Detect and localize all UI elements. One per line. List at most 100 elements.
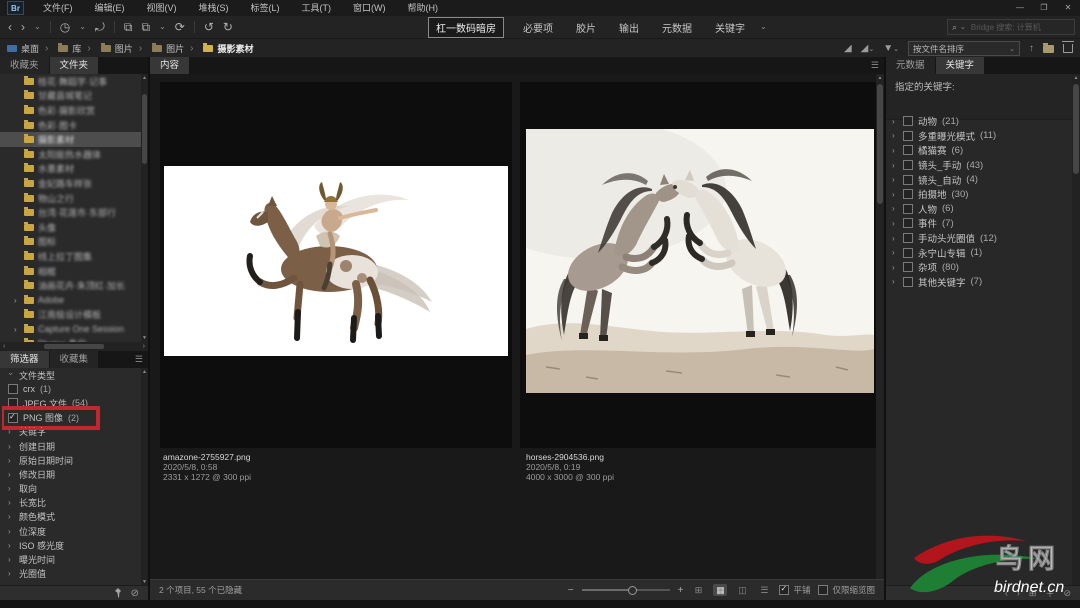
folder-item[interactable]: › 金妃路车样张 — [0, 176, 148, 191]
menu-item[interactable]: 标签(L) — [240, 0, 291, 16]
checkbox[interactable] — [903, 262, 913, 272]
trash-icon[interactable] — [1063, 44, 1073, 53]
menu-item[interactable]: 堆栈(S) — [188, 0, 240, 16]
scroll-up-icon[interactable]: ▲ — [141, 75, 148, 81]
folder-item[interactable]: › 色彩·图卡 — [0, 118, 148, 133]
folder-item[interactable]: › 物山之行 — [0, 191, 148, 206]
panel-menu-icon[interactable]: ☰ — [871, 57, 884, 74]
keyword-item[interactable]: › 橘猫赛 (6) — [886, 143, 1072, 158]
checkbox[interactable] — [903, 277, 913, 287]
keyword-item[interactable]: › 杂项 (80) — [886, 260, 1072, 275]
panel-tab[interactable]: 筛选器 — [0, 351, 49, 368]
rotate-left-icon[interactable]: ↺ — [204, 21, 214, 33]
checkbox[interactable] — [903, 175, 913, 185]
filter-funnel-icon[interactable]: ▼⌄ — [883, 43, 899, 54]
workspace-tab[interactable]: 关键字 — [711, 18, 749, 37]
close-icon[interactable]: ✕ — [1056, 0, 1080, 16]
checkbox[interactable] — [903, 160, 913, 170]
filter-group[interactable]: › 原始日期时间 — [0, 453, 148, 467]
panel-tab[interactable]: 收藏夹 — [0, 57, 49, 74]
filter-option[interactable]: PNG 图像 (2) — [0, 411, 148, 425]
folder-item[interactable]: › 头像 — [0, 220, 148, 235]
keyword-item[interactable]: › 拍摄地 (30) — [886, 187, 1072, 202]
folder-item[interactable]: › 水墨素材 — [0, 162, 148, 177]
sync-icon[interactable]: ⟳ — [175, 21, 185, 33]
checkbox[interactable] — [903, 204, 913, 214]
search-dropdown-icon[interactable]: ⌄ — [960, 23, 966, 31]
keyword-item[interactable]: › 镜头_手动 (43) — [886, 158, 1072, 173]
keyword-item[interactable]: › 人物 (6) — [886, 202, 1072, 217]
checkbox[interactable] — [903, 218, 913, 228]
workspace-tab[interactable]: 杠一数码暗房 — [428, 17, 504, 38]
boomerang-icon[interactable]: ⤾ — [95, 21, 105, 33]
filter-scrollbar[interactable]: ▲ ▼ — [141, 368, 148, 586]
folder-item[interactable]: › 台湾·花莲市·东部行 — [0, 205, 148, 220]
panel-tab[interactable]: 关键字 — [936, 57, 985, 74]
checkbox[interactable] — [818, 585, 828, 595]
new-folder-icon[interactable] — [1043, 45, 1054, 53]
checkbox[interactable] — [779, 585, 789, 595]
filter-option[interactable]: JPEG 文件 (54) — [0, 396, 148, 410]
recent-files-icon[interactable]: ◷ — [60, 21, 70, 33]
forward-icon[interactable]: › — [21, 21, 25, 33]
filter-group[interactable]: › 曝光时间 — [0, 552, 148, 566]
view-thumbnails-icon[interactable]: ▦ — [713, 584, 727, 596]
tree-hscrollbar[interactable]: ‹ › — [0, 342, 148, 351]
next-keyword-icon[interactable]: › — [1017, 588, 1020, 598]
panel-divider[interactable] — [148, 57, 150, 600]
back-icon[interactable]: ‹ — [8, 21, 12, 33]
panel-menu-icon[interactable]: ☰ — [135, 351, 148, 368]
scroll-up-icon[interactable]: ▲ — [1072, 75, 1080, 81]
filter-group[interactable]: › 光圈值 — [0, 567, 148, 581]
checkbox[interactable] — [903, 116, 913, 126]
thumbnail-cell[interactable] — [520, 82, 880, 448]
recent-dropdown-icon[interactable]: ⌄ — [79, 23, 86, 31]
refine-icon[interactable]: ⧉ — [141, 21, 150, 33]
checkbox[interactable] — [903, 131, 913, 141]
sort-dropdown[interactable]: 按文件名排序 ⌄ — [908, 41, 1020, 56]
filter-group[interactable]: › 关键字 — [0, 425, 148, 439]
rotate-right-icon[interactable]: ↻ — [223, 21, 233, 33]
folder-item[interactable]: › 色彩·摄影欣赏 — [0, 103, 148, 118]
folder-item[interactable]: › 桂花·舞蹈学·记事 — [0, 74, 148, 89]
keyword-item[interactable]: › 其他关键字 (7) — [886, 275, 1072, 290]
scroll-down-icon[interactable]: ▼ — [141, 335, 148, 341]
checkbox[interactable] — [8, 398, 18, 408]
filter-group[interactable]: › 长宽比 — [0, 496, 148, 510]
workspace-tab[interactable]: 胶片 — [572, 18, 600, 37]
content-scrollbar[interactable]: ▲ — [876, 74, 884, 580]
thumbnail-size-slider[interactable] — [582, 589, 670, 591]
clear-filter-icon[interactable]: ⊘ — [131, 588, 139, 599]
menu-item[interactable]: 工具(T) — [291, 0, 343, 16]
breadcrumb-item[interactable]: 图片 — [81, 42, 132, 55]
folder-item[interactable]: › 图标 — [0, 235, 148, 250]
thumbnail-only-toggle[interactable]: 仅限缩览图 — [818, 584, 875, 596]
folder-item[interactable]: › Capture One Session — [0, 322, 148, 337]
scroll-left-icon[interactable]: ‹ — [3, 343, 5, 350]
view-details-icon[interactable]: ◫ — [735, 584, 749, 596]
minimize-icon[interactable]: — — [1008, 0, 1032, 16]
workspace-tab[interactable]: 元数据 — [658, 18, 696, 37]
view-list-icon[interactable]: ☰ — [757, 584, 771, 596]
keyword-item[interactable]: › 多重曝光模式 (11) — [886, 129, 1072, 144]
filter-option[interactable]: crx (1) — [0, 382, 148, 396]
maximize-icon[interactable]: ❐ — [1032, 0, 1056, 16]
menu-item[interactable]: 视图(V) — [136, 0, 188, 16]
breadcrumb-item[interactable]: 库 — [39, 42, 81, 55]
slider-thumb[interactable] — [628, 586, 637, 595]
workspace-tab[interactable]: 必要项 — [519, 18, 557, 37]
workspace-more-icon[interactable]: ⌄ — [760, 23, 767, 31]
checkbox[interactable] — [903, 248, 913, 258]
photo-horses[interactable] — [526, 129, 874, 393]
checkbox[interactable] — [903, 233, 913, 243]
keywords-scrollbar[interactable]: ▲ — [1072, 74, 1080, 586]
view-grid-icon[interactable]: ⊞ — [691, 584, 705, 596]
folder-item[interactable]: › 相框 — [0, 264, 148, 279]
zoom-out-icon[interactable]: − — [568, 585, 574, 596]
zoom-in-icon[interactable]: + — [678, 585, 684, 596]
pin-filter-icon[interactable] — [114, 588, 122, 598]
panel-tab[interactable]: 元数据 — [886, 57, 935, 74]
sort-order-icon[interactable]: ↑ — [1029, 43, 1034, 54]
get-photos-icon[interactable]: ⧉ — [124, 21, 133, 33]
breadcrumb-item[interactable]: 摄影素材 — [184, 42, 253, 55]
